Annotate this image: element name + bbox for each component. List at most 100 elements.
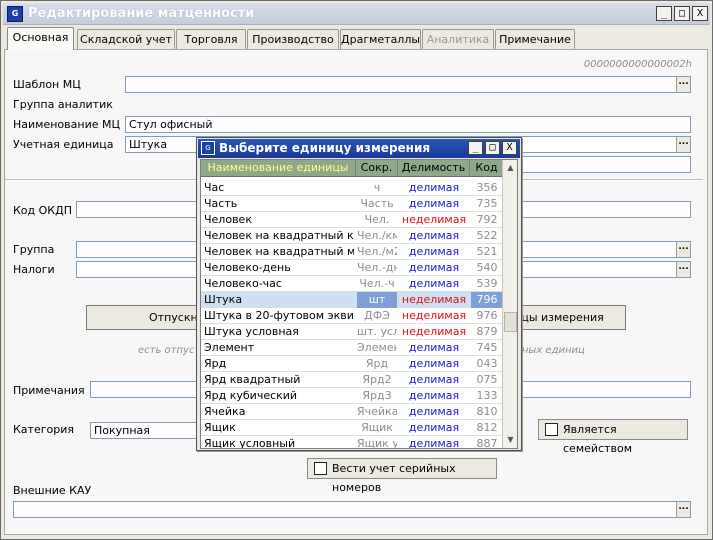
table-row[interactable]: Человеко-день Чел.-дн делимая 540	[201, 260, 503, 276]
dialog-title: Выберите единицу измерения	[219, 141, 431, 155]
col-header-name[interactable]: Наименование единицы	[201, 160, 356, 177]
table-row[interactable]: Человеко-час Чел.-ч делимая 539	[201, 276, 503, 292]
table-row[interactable]: Ярд кубический Ярд3 делимая 133	[201, 388, 503, 404]
external-kau-label: Внешние КАУ	[13, 484, 92, 497]
dialog-minimize-button[interactable]: _	[468, 141, 483, 155]
name-label: Наименование МЦ	[13, 118, 121, 131]
cell-code: 735	[476, 197, 498, 210]
table-row[interactable]: Ярд квадратный Ярд2 делимая 075	[201, 372, 503, 388]
tab-note[interactable]: Примечание	[495, 29, 575, 49]
unit-lookup-button[interactable]: ...	[676, 137, 690, 152]
cell-unit-name: Ящик	[204, 421, 236, 434]
cell-divisibility: неделимая	[401, 325, 467, 338]
cell-code: 879	[476, 325, 498, 338]
dialog-app-icon: G	[201, 141, 215, 155]
name-value: Стул офисный	[129, 118, 213, 131]
external-kau-lookup-button[interactable]: ...	[676, 502, 690, 517]
name-field[interactable]: Стул офисный	[125, 116, 691, 133]
cell-divisibility: неделимая	[401, 309, 467, 322]
dialog-title-bar: G Выберите единицу измерения _ □ X	[198, 139, 520, 158]
scroll-up-icon[interactable]: ▲	[504, 161, 517, 175]
table-row[interactable]: Ящик условный Ящик ус делимая 887	[201, 436, 503, 449]
cell-divisibility: делимая	[408, 373, 460, 386]
tab-main[interactable]: Основная	[7, 27, 74, 50]
unit-extra-field[interactable]	[521, 156, 691, 173]
table-row[interactable]: Ярд Ярд делимая 043	[201, 356, 503, 372]
table-row[interactable]: Человек Чел. неделимая 792	[201, 212, 503, 228]
serial-numbers-checkbox-box[interactable]	[314, 462, 327, 475]
cell-unit-name: Часть	[204, 197, 238, 210]
cell-unit-name: Человеко-час	[204, 277, 282, 290]
group-lookup-button[interactable]: ...	[676, 242, 690, 257]
cell-unit-name: Ящик условный	[204, 437, 296, 449]
table-row[interactable]: Часть Часть делимая 735	[201, 196, 503, 212]
table-row[interactable]: Человек на квадратный метрЧел./м2 делимая…	[201, 244, 503, 260]
grid-scrollbar[interactable]: ▲ ▼	[502, 160, 517, 448]
cell-abbreviation: Ярд	[365, 357, 389, 370]
cell-abbreviation: ДФЭ	[364, 309, 390, 322]
cell-code: 540	[476, 261, 498, 274]
is-family-checkbox-box[interactable]	[545, 423, 558, 436]
col-header-code[interactable]: Код	[470, 160, 503, 177]
cell-unit-name: Ярд кубический	[204, 389, 298, 402]
cell-unit-name: Штука условная	[204, 325, 299, 338]
grid-header: Наименование единицы Сокр. Делимость Код	[201, 160, 503, 177]
scroll-thumb[interactable]	[504, 312, 517, 332]
minimize-button[interactable]: _	[656, 6, 672, 21]
cell-abbreviation: Чел./м2	[357, 245, 397, 258]
category-field[interactable]: Покупная	[90, 422, 210, 439]
close-button[interactable]: X	[692, 6, 708, 21]
cell-abbreviation: Чел.-ч	[359, 277, 395, 290]
table-row[interactable]: Штука условная шт. усл неделимая 879	[201, 324, 503, 340]
cell-divisibility: делимая	[408, 405, 460, 418]
template-field[interactable]: ...	[125, 76, 691, 93]
cell-abbreviation: Элемен	[357, 341, 397, 354]
category-value: Покупная	[94, 424, 150, 437]
maximize-button[interactable]: □	[674, 6, 690, 21]
tab-production[interactable]: Производство	[247, 29, 339, 49]
taxes-lookup-button[interactable]: ...	[676, 262, 690, 277]
cell-unit-name: Человеко-день	[204, 261, 291, 274]
cell-unit-name: Ярд	[204, 357, 227, 370]
cell-unit-name: Штука	[204, 293, 243, 306]
template-label: Шаблон МЦ	[13, 78, 81, 91]
cell-divisibility: делимая	[408, 389, 460, 402]
table-row[interactable]: Человек на квадратный киломЧел./км2 делим…	[201, 228, 503, 244]
app-icon: G	[7, 6, 23, 22]
cell-divisibility: делимая	[408, 357, 460, 370]
tab-warehouse[interactable]: Складской учет	[77, 29, 175, 49]
external-kau-field[interactable]: ...	[13, 501, 691, 518]
title-bar: G Редактирование матценности _ □ X	[3, 3, 710, 25]
dialog-close-button[interactable]: X	[502, 141, 517, 155]
cell-code: 043	[476, 357, 498, 370]
cell-abbreviation: Ярд3	[362, 389, 392, 402]
col-header-abbr[interactable]: Сокр.	[356, 160, 398, 177]
cell-divisibility: делимая	[408, 277, 460, 290]
col-header-divisibility[interactable]: Делимость	[398, 160, 470, 177]
tab-trade[interactable]: Торговля	[176, 29, 246, 49]
table-row[interactable]: Час ч делимая 356	[201, 180, 503, 196]
cell-divisibility: неделимая	[401, 213, 467, 226]
tab-analytics: Аналитика	[422, 29, 494, 49]
template-lookup-button[interactable]: ...	[676, 77, 690, 92]
is-family-checkbox[interactable]: Является семейством	[538, 419, 688, 455]
group-label: Группа	[13, 243, 55, 256]
cell-unit-name: Час	[204, 181, 225, 194]
cell-divisibility: делимая	[408, 197, 460, 210]
analytics-group-label: Группа аналитик	[13, 98, 113, 111]
scroll-down-icon[interactable]: ▼	[504, 433, 517, 447]
tab-precious-metals[interactable]: Драгметаллы	[340, 29, 421, 49]
table-row[interactable]: Штука шт неделимая 796	[201, 292, 503, 308]
taxes-label: Налоги	[13, 263, 55, 276]
table-row[interactable]: Штука в 20-футовом эквивал ДФЭ неделимая 97…	[201, 308, 503, 324]
serial-numbers-checkbox[interactable]: Вести учет серийных номеров	[307, 458, 497, 494]
table-row[interactable]: Элемент Элемен делимая 745	[201, 340, 503, 356]
unit-value: Штука	[129, 138, 168, 151]
units-button-left-text: Отпускн	[149, 311, 198, 324]
table-row[interactable]: Ячейка Ячейка делимая 810	[201, 404, 503, 420]
note-label: Примечания	[13, 384, 85, 397]
cell-code: 810	[476, 405, 498, 418]
cell-abbreviation: Часть	[360, 197, 394, 210]
dialog-maximize-button[interactable]: □	[485, 141, 500, 155]
table-row[interactable]: Ящик Ящик делимая 812	[201, 420, 503, 436]
